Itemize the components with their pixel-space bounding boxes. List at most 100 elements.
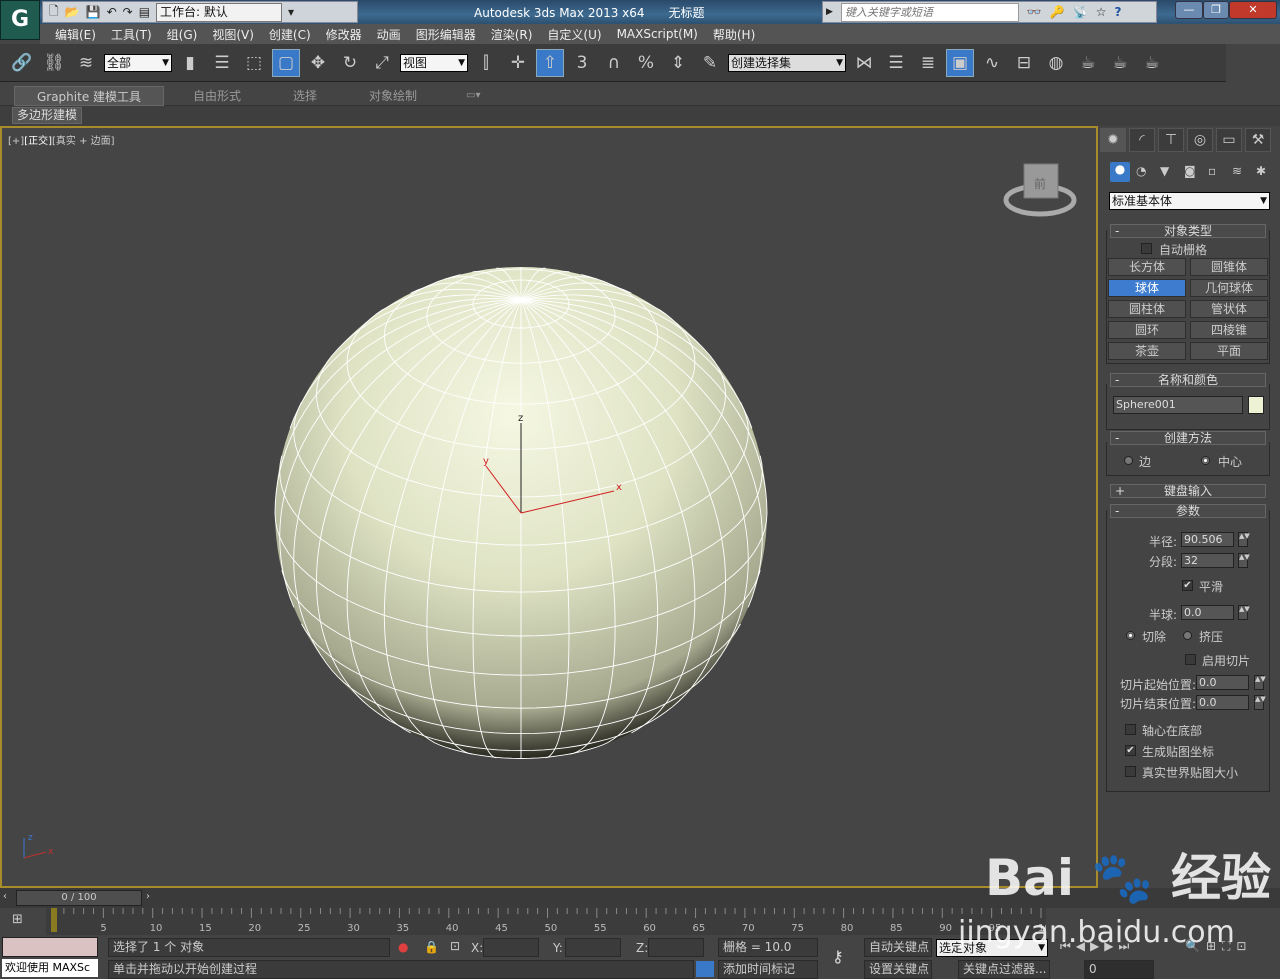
slice-from-input[interactable]: 0.0 <box>1196 675 1249 690</box>
slice-to-spinner[interactable]: ▲▼ <box>1254 695 1266 710</box>
chop-radio[interactable] <box>1126 631 1135 640</box>
tab-object-paint[interactable]: 对象绘制 <box>369 86 417 106</box>
squash-radio[interactable] <box>1183 631 1192 640</box>
current-frame-input[interactable]: 0 <box>1084 960 1154 979</box>
menu-item[interactable]: 修改器 <box>326 26 362 43</box>
timeline-track[interactable]: 0510152025303540455055606570758085909510… <box>46 908 1046 935</box>
object-name-input[interactable]: Sphere001 <box>1113 396 1243 414</box>
tab-modify-icon[interactable]: ◜ <box>1129 128 1155 152</box>
render-setup-icon[interactable]: ☕ <box>1074 49 1102 77</box>
key-filters-button[interactable]: 关键点过滤器... <box>958 960 1050 979</box>
angle-snap-icon[interactable]: ∩ <box>600 49 628 77</box>
render-production-icon[interactable]: ☕ <box>1138 49 1166 77</box>
isolate-icon[interactable]: ● <box>398 940 408 954</box>
menu-item[interactable]: 帮助(H) <box>713 26 755 43</box>
radius-input[interactable]: 90.506 <box>1181 532 1234 547</box>
expand-arrow-icon[interactable]: ▶ <box>826 7 833 17</box>
real-world-checkbox[interactable] <box>1125 766 1136 777</box>
object-type-header[interactable]: - 对象类型 <box>1110 224 1266 238</box>
viewcube[interactable]: 前 <box>1003 163 1077 217</box>
hemisphere-input[interactable]: 0.0 <box>1181 605 1234 620</box>
set-key-key-icon[interactable]: ⚷ <box>832 947 844 966</box>
mirror-icon[interactable]: ⋈ <box>850 49 878 77</box>
close-button[interactable]: ✕ <box>1229 1 1277 19</box>
customize-qat-icon[interactable]: ▾ <box>288 5 294 19</box>
menu-item[interactable]: MAXScript(M) <box>617 27 698 41</box>
tab-freeform[interactable]: 自由形式 <box>193 86 241 106</box>
object-type-button[interactable]: 平面 <box>1190 342 1268 360</box>
named-selection-dropdown[interactable]: 创建选择集 <box>728 53 846 72</box>
time-slider[interactable]: 0 / 100 <box>16 890 142 906</box>
next-frame-icon[interactable]: › <box>146 891 150 902</box>
cameras-icon[interactable]: ◙ <box>1184 164 1196 178</box>
lights-icon[interactable]: ▼ <box>1160 164 1169 178</box>
tab-display-icon[interactable]: ▭ <box>1216 128 1242 152</box>
hemisphere-spinner[interactable]: ▲▼ <box>1238 605 1250 620</box>
spinner-snap-icon[interactable]: ⇕ <box>664 49 692 77</box>
pivot-center-icon[interactable]: ⫿ <box>472 49 500 77</box>
geometry-icon[interactable]: ● <box>1110 162 1130 182</box>
save-icon[interactable]: 💾 <box>86 5 101 19</box>
helpers-icon[interactable]: ▫ <box>1208 164 1216 178</box>
window-crossing-icon[interactable]: ▢ <box>272 48 300 77</box>
slice-on-checkbox[interactable] <box>1185 654 1196 665</box>
unlink-icon[interactable]: ⛓ <box>40 49 68 77</box>
key-icon[interactable]: 🔑 <box>1050 5 1065 19</box>
smooth-checkbox[interactable]: ✔ <box>1182 580 1193 591</box>
menu-item[interactable]: 动画 <box>377 26 401 43</box>
new-file-icon[interactable]: 🗋 <box>49 2 59 23</box>
restore-button[interactable]: ❐ <box>1203 1 1229 19</box>
set-key-button[interactable]: 设置关键点 <box>864 960 932 979</box>
slice-from-spinner[interactable]: ▲▼ <box>1254 675 1266 690</box>
menu-item[interactable]: 组(G) <box>167 26 198 43</box>
curve-editor-icon[interactable]: ∿ <box>978 49 1006 77</box>
slice-to-input[interactable]: 0.0 <box>1196 695 1249 710</box>
object-type-button[interactable]: 四棱锥 <box>1190 321 1268 339</box>
help-icon[interactable]: ? <box>1115 5 1122 19</box>
app-menu-button[interactable]: G <box>0 0 40 40</box>
rect-selection-icon[interactable]: ⬚ <box>240 49 268 77</box>
keyboard-shortcut-override-icon[interactable]: ⇧ <box>536 48 564 77</box>
selection-filter-dropdown[interactable]: 全部 <box>104 53 172 72</box>
layer-manager-icon[interactable]: ≣ <box>914 49 942 77</box>
tab-create-icon[interactable]: ✹ <box>1100 128 1126 152</box>
object-type-button[interactable]: 圆环 <box>1108 321 1186 339</box>
snap-toggle-icon[interactable]: 3 <box>568 49 596 77</box>
viewport-nav-controls[interactable]: 🔍⊞⛶⊡ <box>1185 939 1252 954</box>
maxscript-mini-listener[interactable]: 欢迎使用 MAXSc <box>2 959 98 977</box>
segments-input[interactable]: 32 <box>1181 553 1234 568</box>
key-mode-dropdown[interactable]: 选定对象 <box>936 939 1048 957</box>
menu-item[interactable]: 视图(V) <box>212 26 254 43</box>
select-by-name-icon[interactable]: ☰ <box>208 49 236 77</box>
object-type-button[interactable]: 几何球体 <box>1190 279 1268 297</box>
autogrid-checkbox[interactable] <box>1141 243 1152 254</box>
scene-explorer-icon[interactable]: ▣ <box>946 48 974 77</box>
edge-radio[interactable] <box>1124 456 1133 465</box>
auto-key-button[interactable]: 自动关键点 <box>864 938 932 957</box>
creation-method-header[interactable]: - 创建方法 <box>1110 431 1266 445</box>
object-type-button[interactable]: 圆锥体 <box>1190 258 1268 276</box>
tab-selection[interactable]: 选择 <box>293 86 317 106</box>
menu-item[interactable]: 编辑(E) <box>55 26 96 43</box>
object-type-button[interactable]: 茶壶 <box>1108 342 1186 360</box>
project-folder-icon[interactable]: ▤ <box>139 5 150 19</box>
tab-utilities-icon[interactable]: ⚒ <box>1245 128 1271 152</box>
x-coord-input[interactable] <box>483 938 539 957</box>
redo-icon[interactable]: ↷ <box>123 5 133 19</box>
playback-controls[interactable]: ⏮◀▶▶⏭ <box>1060 939 1134 954</box>
align-icon[interactable]: ☰ <box>882 49 910 77</box>
prev-frame-icon[interactable]: ‹ <box>3 891 7 902</box>
object-type-button[interactable]: 球体 <box>1108 279 1186 297</box>
radius-spinner[interactable]: ▲▼ <box>1238 532 1250 547</box>
move-icon[interactable]: ✥ <box>304 49 332 77</box>
category-dropdown[interactable]: 标准基本体 <box>1109 192 1270 210</box>
star-icon[interactable]: ☆ <box>1096 5 1107 19</box>
binoculars-icon[interactable]: 👓 <box>1027 5 1042 19</box>
bind-spacewarp-icon[interactable]: ≋ <box>72 49 100 77</box>
curve-editor-toggle-icon[interactable]: ⊞ <box>12 912 23 927</box>
rotate-icon[interactable]: ↻ <box>336 49 364 77</box>
z-coord-input[interactable] <box>648 938 704 957</box>
manipulate-icon[interactable]: ✛ <box>504 49 532 77</box>
shapes-icon[interactable]: ◔ <box>1136 164 1146 178</box>
viewport-front[interactable]: [+][正交][真实 + 边面] x y z 前 zx <box>0 126 1098 888</box>
